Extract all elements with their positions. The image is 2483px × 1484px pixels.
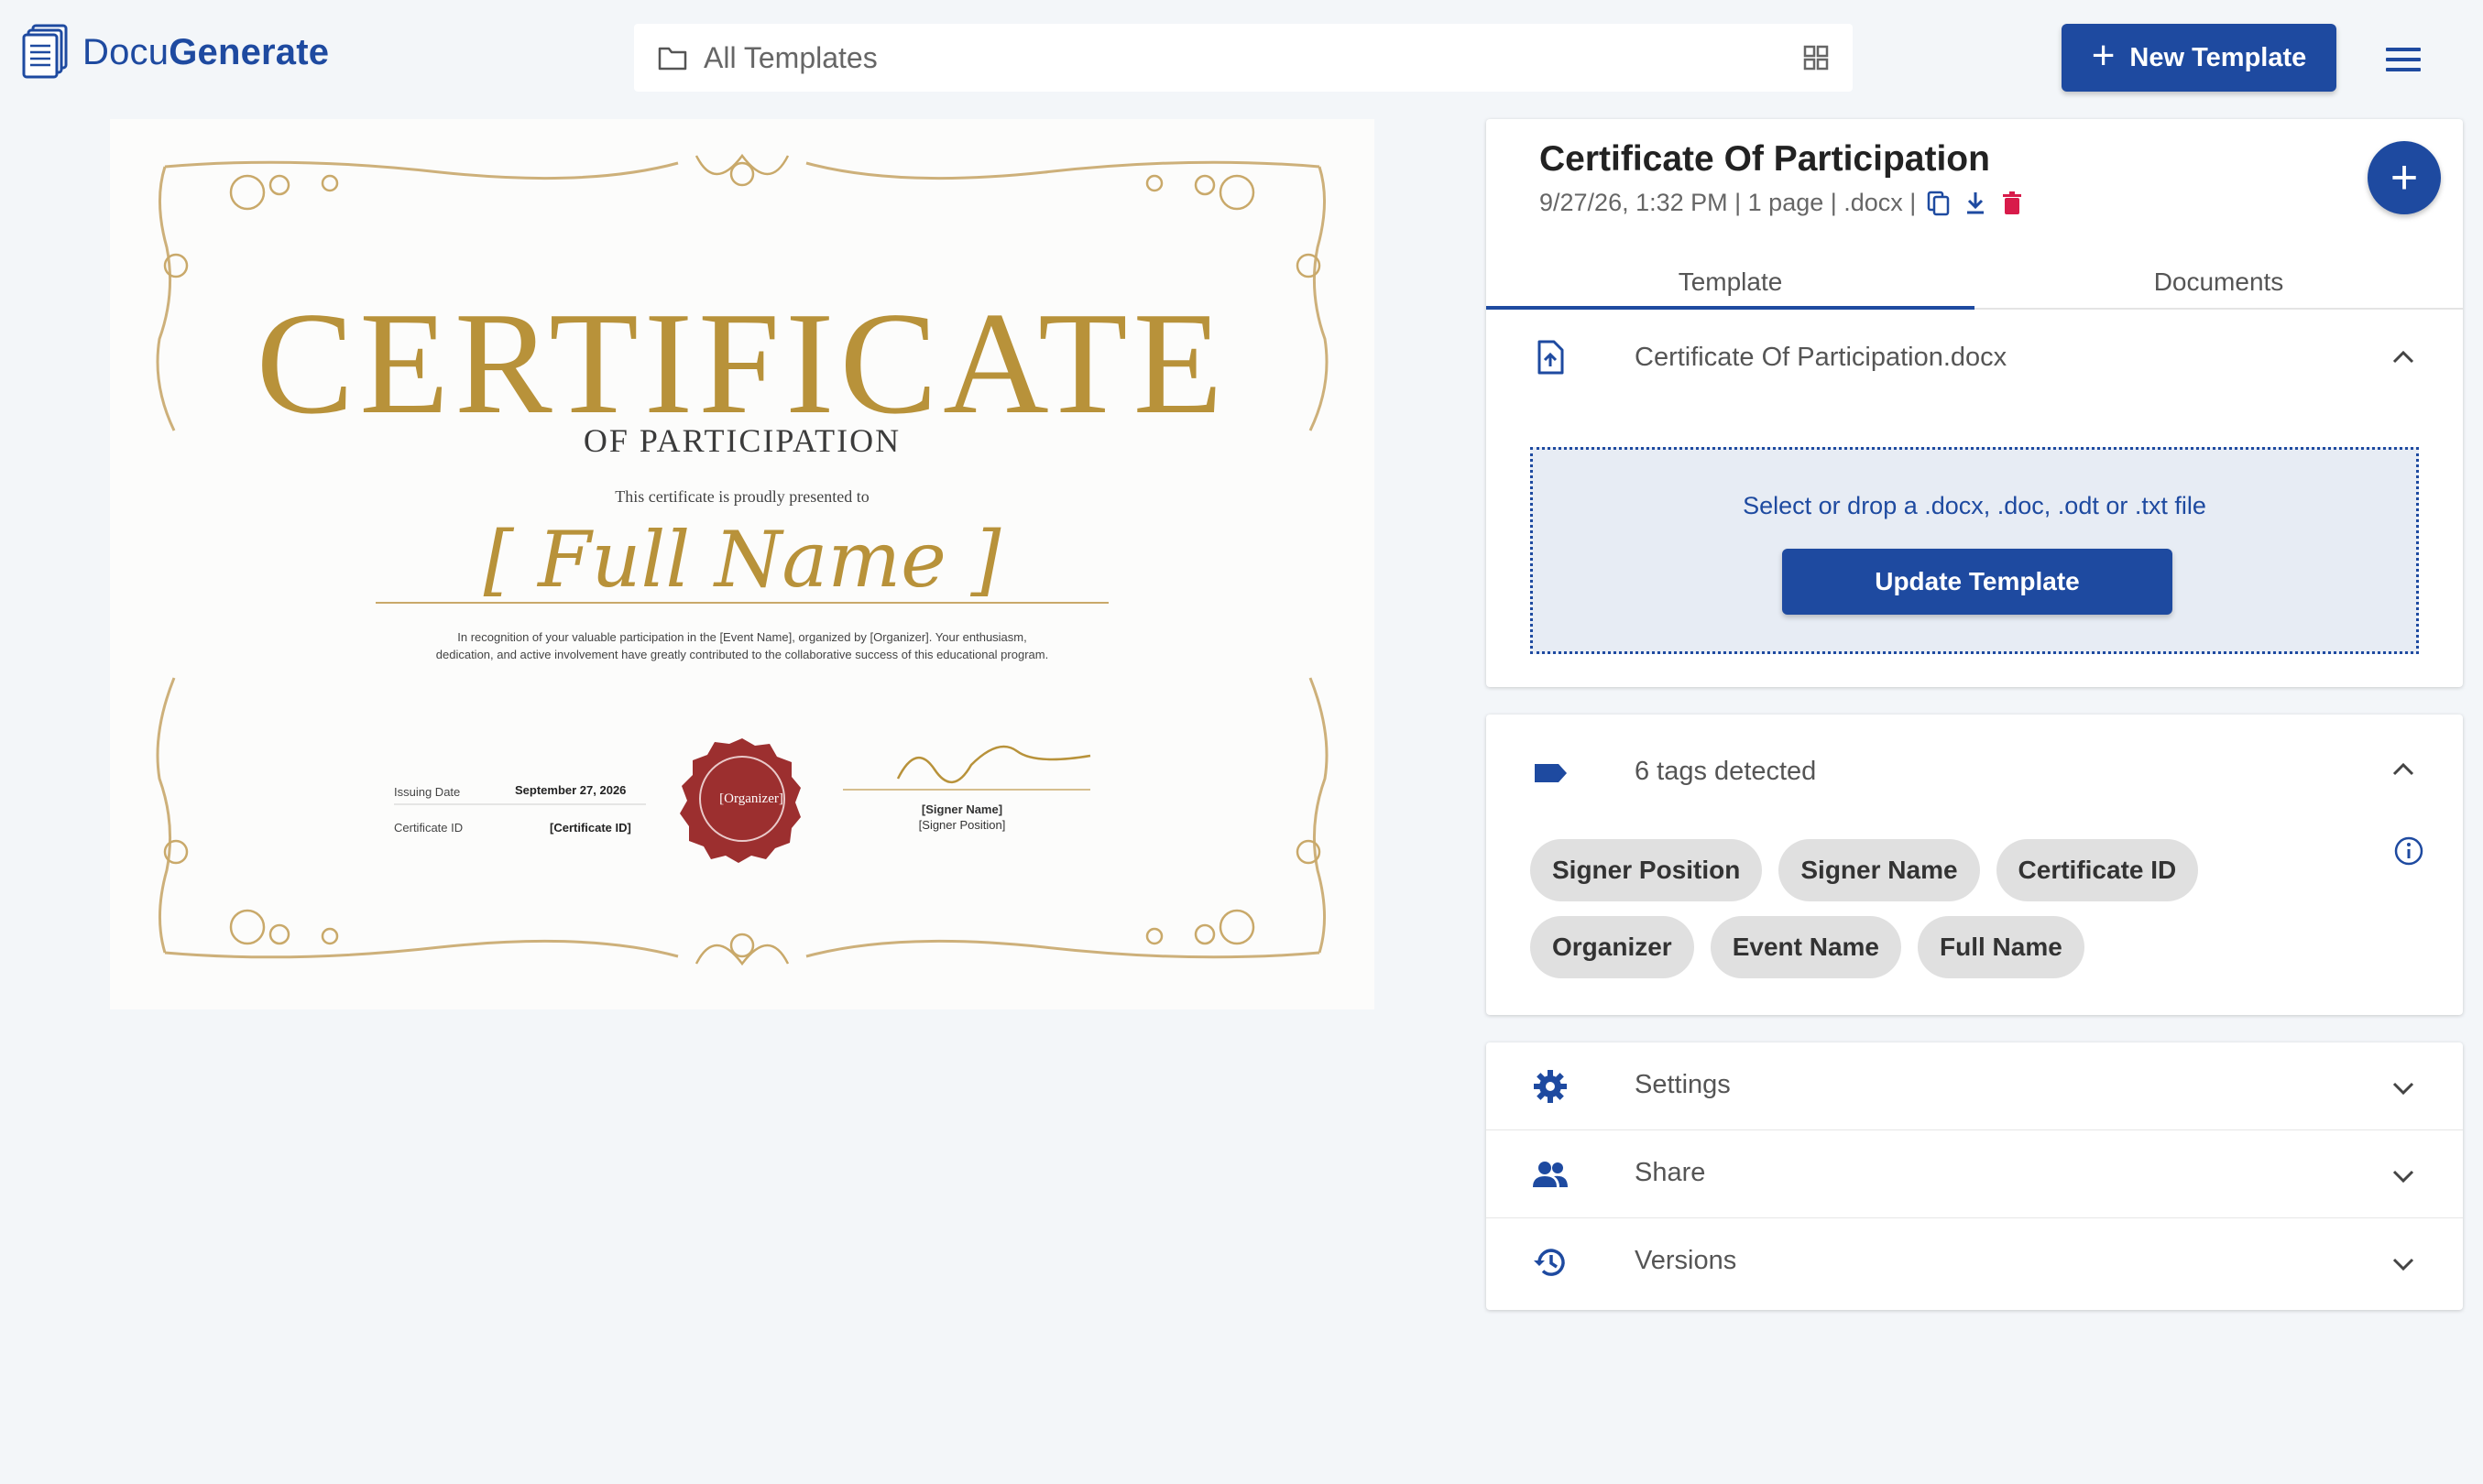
issuing-date-value: September 27, 2026: [515, 783, 627, 797]
chevron-down-icon[interactable]: [2391, 1257, 2415, 1271]
accordion-settings[interactable]: Settings: [1486, 1042, 2463, 1130]
people-icon: [1533, 1162, 1568, 1187]
dropzone-text: Select or drop a .docx, .doc, .odt or .t…: [1743, 492, 2206, 519]
accordion-share[interactable]: Share: [1486, 1130, 2463, 1218]
copy-icon[interactable]: [1925, 190, 1952, 217]
tags-panel: 6 tags detected Signer Position Signer N…: [1486, 715, 2463, 1015]
template-details-panel: Certificate Of Participation 9/27/26, 1:…: [1486, 119, 2463, 687]
certificate-id-value: [Certificate ID]: [550, 821, 631, 835]
file-upload-icon: [1537, 340, 1564, 375]
chevron-down-icon[interactable]: [2391, 1169, 2415, 1184]
certificate-presented-line: This certificate is proudly presented to: [615, 487, 870, 506]
update-template-button[interactable]: Update Template: [1782, 549, 2172, 615]
tags-header[interactable]: 6 tags detected: [1486, 740, 2463, 806]
app-name: DocuGenerate: [82, 31, 330, 72]
tag-chip[interactable]: Event Name: [1710, 916, 1901, 978]
search-placeholder[interactable]: All Templates: [704, 41, 1787, 75]
template-title: Certificate Of Participation: [1539, 139, 1990, 179]
delete-icon[interactable]: [1998, 190, 2026, 217]
certificate-body-line: dedication, and active involvement have …: [435, 648, 1049, 661]
hamburger-menu-icon[interactable]: [2386, 48, 2421, 71]
file-dropzone[interactable]: Select or drop a .docx, .doc, .odt or .t…: [1530, 447, 2419, 654]
gear-icon: [1534, 1070, 1567, 1103]
certificate-subtitle: OF PARTICIPATION: [583, 422, 902, 459]
accordion-versions[interactable]: Versions: [1486, 1218, 2463, 1306]
plus-icon: +: [2091, 33, 2116, 78]
new-template-button[interactable]: + New Template: [2062, 24, 2336, 92]
settings-label: Settings: [1635, 1070, 1731, 1099]
certificate-body-line: In recognition of your valuable particip…: [457, 630, 1027, 644]
seal-organizer-text: [Organizer]: [719, 791, 783, 806]
chevron-up-icon[interactable]: [2391, 350, 2415, 365]
grid-view-icon[interactable]: [1803, 45, 1829, 71]
certificate-body: In recognition of your valuable particip…: [366, 628, 1118, 663]
certificate-recipient-name: [ Full Name ]: [483, 515, 1001, 605]
template-meta-text: 9/27/26, 1:32 PM | 1 page | .docx |: [1539, 189, 1917, 216]
tag-chip[interactable]: Signer Position: [1530, 839, 1763, 901]
template-meta: 9/27/26, 1:32 PM | 1 page | .docx |: [1539, 189, 2026, 217]
tag-icon: [1535, 764, 1567, 782]
chevron-down-icon[interactable]: [2391, 1081, 2415, 1096]
tab-documents[interactable]: Documents: [1974, 255, 2463, 308]
tag-chip[interactable]: Organizer: [1530, 916, 1694, 978]
tag-chip[interactable]: Full Name: [1918, 916, 2084, 978]
folder-icon: [658, 47, 687, 71]
signer-name: [Signer Name]: [921, 802, 1003, 816]
documents-logo-icon: [22, 24, 68, 79]
tag-chips: Signer Position Signer Name Certificate …: [1530, 839, 2336, 978]
certificate-preview: CERTIFICATE OF PARTICIPATION This certif…: [110, 119, 1374, 1009]
download-icon[interactable]: [1962, 190, 1989, 217]
certificate-title: CERTIFICATE: [256, 281, 1229, 444]
info-icon[interactable]: [2393, 835, 2424, 867]
template-filename: Certificate Of Participation.docx: [1635, 342, 2007, 372]
issuing-date-label: Issuing Date: [394, 785, 461, 799]
add-document-button[interactable]: +: [2368, 141, 2441, 214]
template-tabs: Template Documents: [1486, 255, 2463, 310]
plus-icon: +: [2390, 151, 2419, 204]
template-file-header[interactable]: Certificate Of Participation.docx: [1486, 324, 2463, 390]
certificate-id-label: Certificate ID: [394, 821, 464, 835]
options-accordion: Settings Share Versions: [1486, 1042, 2463, 1310]
versions-label: Versions: [1635, 1246, 1737, 1275]
tab-template[interactable]: Template: [1486, 255, 1974, 310]
share-label: Share: [1635, 1158, 1706, 1187]
new-template-label: New Template: [2129, 42, 2307, 72]
chevron-up-icon[interactable]: [2391, 762, 2415, 777]
tag-chip[interactable]: Signer Name: [1778, 839, 1980, 901]
tag-chip[interactable]: Certificate ID: [1996, 839, 2199, 901]
history-icon: [1534, 1249, 1565, 1276]
template-search[interactable]: All Templates: [634, 24, 1853, 92]
signer-position: [Signer Position]: [918, 818, 1006, 832]
app-logo[interactable]: DocuGenerate: [22, 24, 329, 81]
tags-count: 6 tags detected: [1635, 757, 1817, 786]
